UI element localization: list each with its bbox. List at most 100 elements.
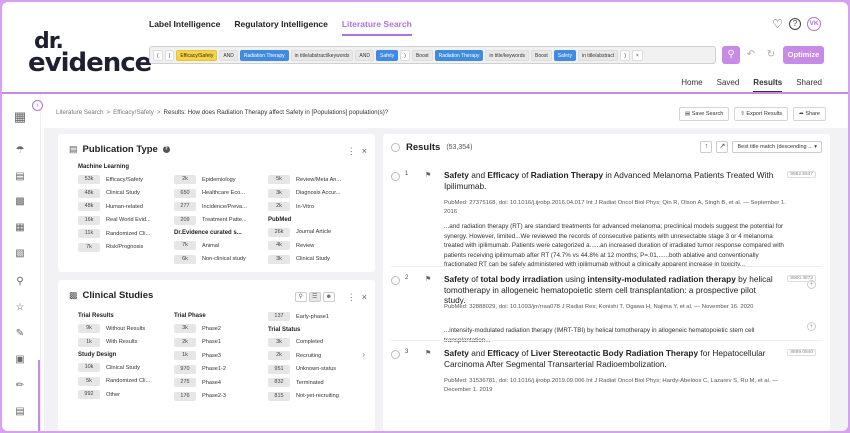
tab-regulatory-intelligence[interactable]: Regulatory Intelligence (234, 19, 328, 36)
umbrella-icon[interactable]: ☂ (13, 144, 27, 158)
pen-icon[interactable]: ✏ (13, 379, 27, 393)
add-icon[interactable]: + (807, 322, 816, 331)
filter-row[interactable]: 4k Review (268, 239, 358, 253)
undo-icon[interactable]: ↶ (742, 46, 760, 64)
query-token[interactable]: Radiation Therapy (239, 49, 289, 61)
query-token[interactable]: Efficacy/Safety (176, 49, 218, 61)
bookmark-icon[interactable]: ⚑ (425, 171, 431, 179)
filter-row[interactable]: 951 Unknown-status (268, 363, 358, 377)
filter-row[interactable]: 992 Other (78, 388, 168, 402)
note-icon[interactable]: ▤ (13, 405, 27, 419)
table-icon[interactable]: ▦ (13, 221, 27, 235)
filter-row[interactable]: 53k Efficacy/Safety (78, 173, 168, 187)
breadcrumb-literature-search[interactable]: Literature Search (56, 109, 103, 116)
filter-row[interactable]: 2k In-Vitro (268, 200, 358, 214)
network-view-icon[interactable]: ⚲ (294, 292, 307, 302)
redo-icon[interactable]: ↻ (762, 46, 780, 64)
help-icon[interactable]: ? (162, 146, 170, 153)
bell-icon[interactable]: ♡ (772, 17, 783, 31)
result-title[interactable]: Safety and Efficacy of Liver Stereotacti… (444, 348, 774, 369)
query-token[interactable]: AND (219, 49, 238, 61)
query-token[interactable]: ( (164, 49, 175, 61)
sort-direction-icon[interactable]: ↑ (700, 141, 713, 153)
filter-row[interactable]: 3k Clinical Study (268, 253, 358, 267)
filter-row[interactable]: 48k Clinical Study (78, 187, 168, 201)
filter-row[interactable]: 1k Phase3 (174, 349, 264, 363)
result-checkbox[interactable] (391, 276, 400, 285)
close-icon[interactable]: × (362, 292, 367, 303)
select-all-checkbox[interactable] (391, 143, 400, 152)
query-token[interactable]: Boost (411, 49, 433, 61)
dashboard-icon[interactable]: ▦ (13, 110, 27, 124)
tab-label-intelligence[interactable]: Label Intelligence (149, 19, 220, 36)
filter-row[interactable]: 10k Clinical Study (78, 361, 168, 375)
query-token[interactable]: AND (355, 49, 374, 61)
people-view-icon[interactable]: ☻ (322, 292, 335, 302)
filter-row[interactable]: 7k Animal (174, 239, 264, 253)
list-view-icon[interactable]: ☰ (308, 292, 321, 302)
bookmark-icon[interactable]: ⚑ (425, 349, 431, 357)
bar-chart-icon[interactable]: ▧ (13, 247, 27, 261)
tab-shared[interactable]: Shared (796, 78, 822, 93)
query-token[interactable]: Radiation Therapy (434, 49, 484, 61)
result-checkbox[interactable] (391, 350, 400, 359)
expand-icon[interactable]: ↗ (716, 141, 729, 153)
filter-row[interactable]: 3k Phase2 (174, 322, 264, 336)
bookmark-icon[interactable]: ⚑ (425, 275, 431, 283)
clipboard-icon[interactable]: ▣ (13, 353, 27, 367)
filter-row[interactable]: 5k Review/Meta An... (268, 173, 358, 187)
filter-row[interactable]: 2k Recruiting (268, 349, 358, 363)
star-icon[interactable]: ☆ (13, 301, 27, 315)
help-icon[interactable]: ? (789, 18, 801, 30)
share-button[interactable]: ➦ Share (793, 107, 826, 121)
chart-icon[interactable]: ▤ (13, 170, 27, 184)
filter-row[interactable]: 970 Phase1-2 (174, 363, 264, 377)
query-token[interactable]: Safety (375, 49, 399, 61)
tab-home[interactable]: Home (681, 78, 702, 93)
more-icon[interactable]: ⋮ (347, 292, 356, 303)
chevron-right-icon[interactable]: › (362, 350, 365, 359)
expand-sidebar-icon[interactable]: › (32, 100, 43, 111)
query-token[interactable]: Safety (553, 49, 576, 61)
query-token[interactable]: ( (153, 49, 163, 61)
tab-saved[interactable]: Saved (717, 78, 740, 93)
filter-row[interactable]: 11k Randomized Cli... (78, 227, 168, 241)
logo[interactable]: dr. evidence (28, 31, 152, 76)
tab-literature-search[interactable]: Literature Search (341, 19, 412, 36)
query-token[interactable]: in title/abstract (577, 49, 619, 61)
breadcrumb-efficacy-safety[interactable]: Efficacy/Safety (113, 109, 154, 116)
filter-row[interactable]: 48k Human-related (78, 200, 168, 214)
filter-row[interactable]: 275 Phase4 (174, 376, 264, 390)
filter-row[interactable]: 26k Journal Article (268, 226, 358, 240)
export-results-button[interactable]: ⇧ Export Results (734, 107, 789, 121)
filter-row[interactable]: 650 Healthcare Eco... (174, 187, 264, 201)
filter-row[interactable]: 5k Randomized Cli... (78, 375, 168, 389)
filter-row[interactable]: 209 Treatment Patte... (174, 214, 264, 228)
filter-row[interactable]: 832 Terminated (268, 376, 358, 390)
close-icon[interactable]: × (362, 146, 367, 157)
query-token[interactable]: Boost (531, 49, 552, 61)
tab-results[interactable]: Results (753, 78, 783, 93)
filter-row[interactable]: 137 Early-phase1 (268, 310, 358, 324)
more-icon[interactable]: ⋮ (347, 146, 356, 157)
clear-icon[interactable]: × (631, 49, 643, 61)
query-token[interactable]: ) (400, 49, 410, 61)
edit-icon[interactable]: ✎ (13, 327, 27, 341)
search-icon[interactable]: ⚲ (722, 46, 740, 64)
filter-row[interactable]: 2k Phase1 (174, 336, 264, 350)
filter-row[interactable]: 9k Without Results (78, 322, 168, 336)
result-checkbox[interactable] (391, 172, 400, 181)
avatar[interactable]: VK (807, 17, 821, 31)
filter-row[interactable]: 3k Completed (268, 336, 358, 350)
query-builder[interactable]: ( ( Efficacy/Safety AND Radiation Therap… (149, 46, 716, 64)
filter-row[interactable]: 7k Risk/Prognosis (78, 241, 168, 255)
filter-row[interactable]: 16k Real World Evid... (78, 214, 168, 228)
save-search-button[interactable]: ▤ Save Search (679, 107, 730, 121)
filter-row[interactable]: 1k With Results (78, 336, 168, 350)
document-icon[interactable]: ▩ (13, 195, 27, 209)
filter-row[interactable]: 815 Not-yet-recruiting (268, 390, 358, 404)
filter-row[interactable]: 176 Phase2-3 (174, 390, 264, 404)
filter-row[interactable]: 277 Incidence/Preva... (174, 200, 264, 214)
result-title[interactable]: Safety and Efficacy of Radiation Therapy… (444, 170, 774, 191)
sort-select[interactable]: Best title match (descending ... ▾ (732, 141, 822, 153)
